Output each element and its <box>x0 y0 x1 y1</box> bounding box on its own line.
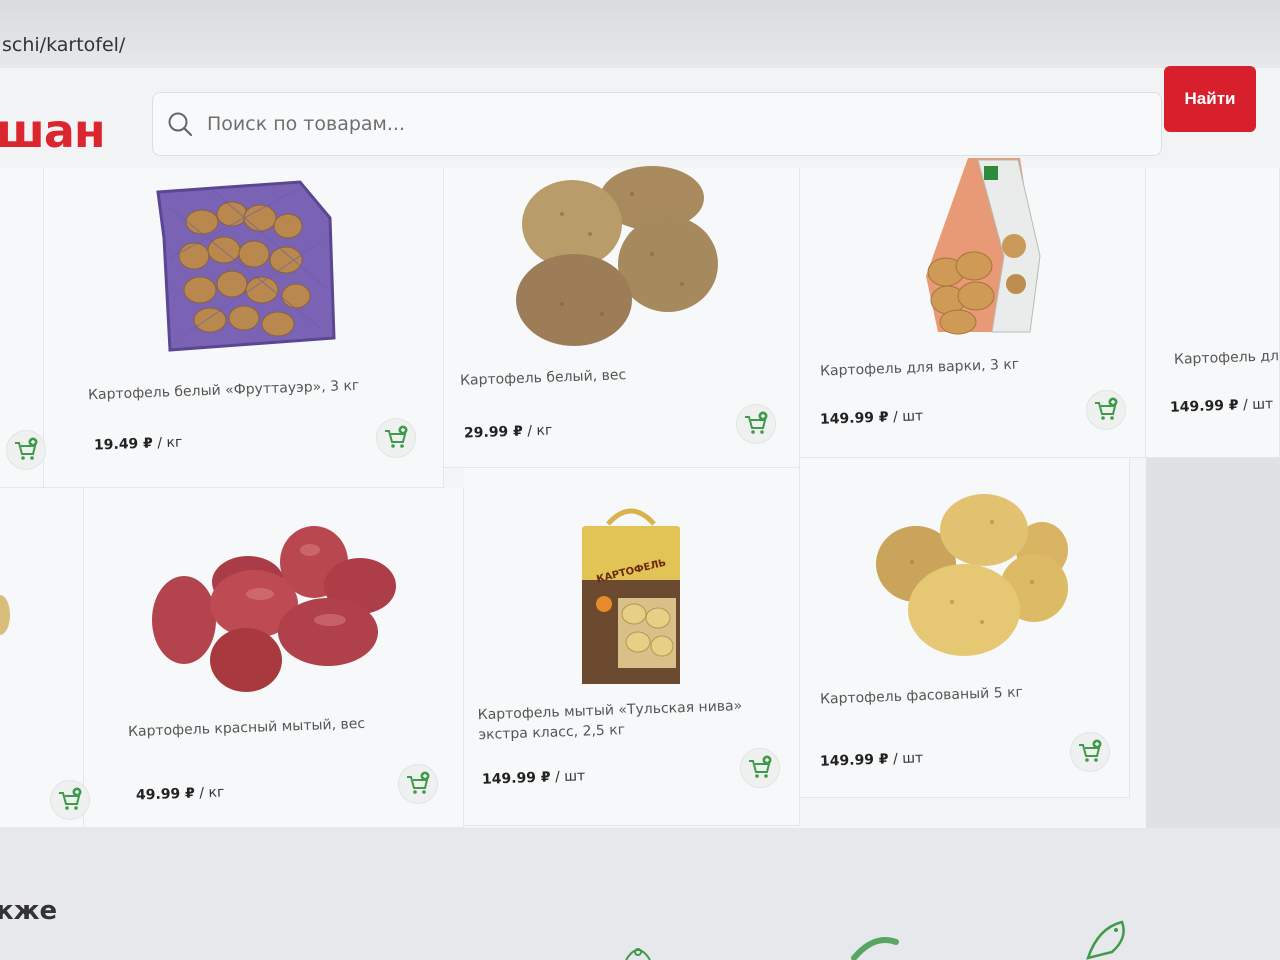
add-to-cart-button[interactable] <box>1070 732 1110 772</box>
add-to-cart-button[interactable] <box>376 418 416 458</box>
product-image-potato-net-bag[interactable] <box>150 178 340 358</box>
price-unit: / шт <box>888 408 924 426</box>
cake-icon[interactable] <box>620 940 656 960</box>
product-image-yellow-potatoes[interactable] <box>872 492 1072 660</box>
product-card-partial-right[interactable] <box>1146 168 1280 458</box>
cart-add-icon <box>385 425 408 448</box>
price-unit: / шт <box>888 750 924 768</box>
fish-icon[interactable] <box>1082 918 1132 960</box>
address-url[interactable]: schi/kartofel/ <box>2 34 125 56</box>
price-value: 149.99 ₽ <box>481 769 551 788</box>
product-image-partial-left <box>0 595 10 635</box>
cart-add-icon <box>1095 397 1118 420</box>
price-unit: / шт <box>550 768 586 786</box>
price-unit: / кг <box>194 784 225 802</box>
browser-address-bar[interactable]: schi/kartofel/ <box>0 0 1280 68</box>
price-value: 49.99 ₽ <box>135 785 196 804</box>
price-unit: / шт <box>1238 396 1274 414</box>
sausage-icon[interactable] <box>850 930 900 960</box>
cart-add-icon <box>15 437 38 460</box>
product-price: 29.99 ₽ / кг <box>464 422 553 441</box>
product-image-potato-net-with-label[interactable] <box>918 156 1048 336</box>
search-icon <box>168 112 193 137</box>
price-unit: / кг <box>522 422 553 440</box>
add-to-cart-button[interactable] <box>398 764 438 804</box>
price-value: 19.49 ₽ <box>93 435 154 454</box>
product-name[interactable]: Картофель для <box>1174 346 1280 370</box>
add-to-cart-button[interactable] <box>1086 390 1126 430</box>
product-image-white-potatoes[interactable] <box>512 164 726 350</box>
price-unit: / кг <box>152 434 183 452</box>
product-image-red-potatoes[interactable] <box>150 520 400 696</box>
search-box[interactable] <box>152 92 1162 156</box>
cart-add-icon <box>407 771 430 794</box>
site-logo[interactable]: шан <box>0 104 106 158</box>
cart-add-icon <box>749 755 772 778</box>
product-price: 19.49 ₽ / кг <box>94 434 183 453</box>
product-price: 49.99 ₽ / кг <box>136 784 225 803</box>
cart-add-icon <box>59 787 82 810</box>
add-to-cart-button[interactable] <box>50 780 90 820</box>
cart-add-icon <box>1079 739 1102 762</box>
product-image-potato-paper-bag[interactable]: КАРТОФЕЛЬ <box>578 506 684 686</box>
grid-empty-area <box>1146 458 1280 838</box>
add-to-cart-button[interactable] <box>740 748 780 788</box>
add-to-cart-button[interactable] <box>6 430 46 470</box>
product-card-partial-left-bottom[interactable] <box>0 488 84 828</box>
add-to-cart-button[interactable] <box>736 404 776 444</box>
price-value: 149.99 ₽ <box>819 409 889 428</box>
also-section-title: кже <box>0 896 58 926</box>
price-value: 149.99 ₽ <box>819 751 889 770</box>
search-input[interactable] <box>207 107 1107 141</box>
find-button[interactable]: Найти <box>1164 66 1256 132</box>
price-value: 149.99 ₽ <box>1169 397 1239 416</box>
price-value: 29.99 ₽ <box>463 423 524 442</box>
cart-add-icon <box>745 411 768 434</box>
